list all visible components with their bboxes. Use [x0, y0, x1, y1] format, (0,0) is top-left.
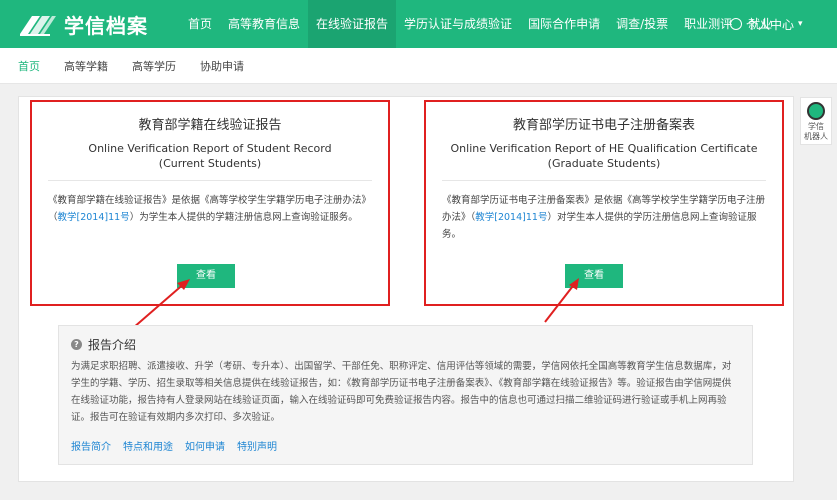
- card-description: 《教育部学历证书电子注册备案表》是依据《高等学校学生学籍学历电子注册办法》（教学…: [442, 192, 768, 243]
- card-description-text-end: ）为学生本人提供的学籍注册信息网上查询验证服务。: [129, 212, 358, 223]
- subnav-item-qualification[interactable]: 高等学历: [132, 58, 176, 74]
- brand-name: 学信档案: [64, 14, 148, 38]
- chat-robot-widget[interactable]: 学信 机器人: [800, 97, 832, 145]
- card-english-subtitle: (Graduate Students): [547, 157, 661, 170]
- link-how-to-apply[interactable]: 如何申请: [185, 438, 225, 453]
- top-nav-bar: 学信档案 首页 高等教育信息 在线验证报告 学历认证与成绩验证 国际合作申请 调…: [0, 0, 837, 48]
- report-introduction: ? 报告介绍 为满足求职招聘、派遣接收、升学（考研、专升本）、出国留学、干部任免…: [58, 325, 753, 465]
- site-logo[interactable]: 学信档案: [18, 10, 148, 39]
- link-special-statement[interactable]: 特别声明: [237, 438, 277, 453]
- logo-book-icon: [18, 12, 58, 38]
- nav-item-international[interactable]: 国际合作申请: [520, 0, 608, 48]
- user-menu[interactable]: 个人中心 ▾: [730, 0, 803, 48]
- card-divider: [48, 180, 372, 181]
- regulation-link[interactable]: 教学[2014]11号: [475, 212, 547, 223]
- card-divider: [442, 180, 766, 181]
- qualification-certificate-card: 教育部学历证书电子注册备案表 Online Verification Repor…: [424, 100, 784, 306]
- nav-item-survey[interactable]: 调查/投票: [608, 0, 676, 48]
- link-features-uses[interactable]: 特点和用途: [123, 438, 173, 453]
- link-report-overview[interactable]: 报告简介: [71, 438, 111, 453]
- intro-title: 报告介绍: [88, 338, 137, 352]
- intro-header: ? 报告介绍: [71, 336, 136, 353]
- chevron-down-icon: ▾: [798, 19, 803, 29]
- card-english-subtitle: (Current Students): [158, 157, 262, 170]
- nav-item-home[interactable]: 首页: [180, 0, 220, 48]
- card-english-title: Online Verification Report of HE Qualifi…: [450, 142, 758, 155]
- user-menu-label: 个人中心: [746, 17, 795, 32]
- card-title: 教育部学历证书电子注册备案表: [512, 118, 695, 133]
- user-icon: [730, 18, 742, 30]
- question-icon: ?: [71, 339, 82, 350]
- subnav-item-home[interactable]: 首页: [18, 58, 40, 74]
- robot-icon: [807, 102, 825, 120]
- nav-item-higher-education[interactable]: 高等教育信息: [220, 0, 308, 48]
- subnav-item-assist-apply[interactable]: 协助申请: [200, 58, 244, 74]
- intro-links: 报告简介 特点和用途 如何申请 特别声明: [71, 438, 289, 453]
- view-student-record-button[interactable]: 查看: [177, 264, 235, 288]
- view-qualification-button[interactable]: 查看: [565, 264, 623, 288]
- card-english-title: Online Verification Report of Student Re…: [88, 142, 332, 155]
- sub-nav-bar: 首页 高等学籍 高等学历 协助申请: [0, 48, 837, 84]
- main-nav: 首页 高等教育信息 在线验证报告 学历认证与成绩验证 国际合作申请 调查/投票 …: [180, 0, 780, 48]
- student-record-report-card: 教育部学籍在线验证报告 Online Verification Report o…: [30, 100, 390, 306]
- card-description: 《教育部学籍在线验证报告》是依据《高等学校学生学籍学历电子注册办法》（教学[20…: [48, 192, 374, 226]
- intro-body: 为满足求职招聘、派遣接收、升学（考研、专升本）、出国留学、干部任免、职称评定、信…: [71, 361, 732, 423]
- nav-item-online-verification[interactable]: 在线验证报告: [308, 0, 397, 48]
- robot-label-line1: 学信: [808, 122, 824, 131]
- nav-item-degree-authentication[interactable]: 学历认证与成绩验证: [396, 0, 520, 48]
- subnav-item-student-record[interactable]: 高等学籍: [64, 58, 108, 74]
- robot-label-line2: 机器人: [804, 132, 828, 141]
- card-title: 教育部学籍在线验证报告: [138, 118, 282, 133]
- regulation-link[interactable]: 教学[2014]11号: [58, 212, 130, 223]
